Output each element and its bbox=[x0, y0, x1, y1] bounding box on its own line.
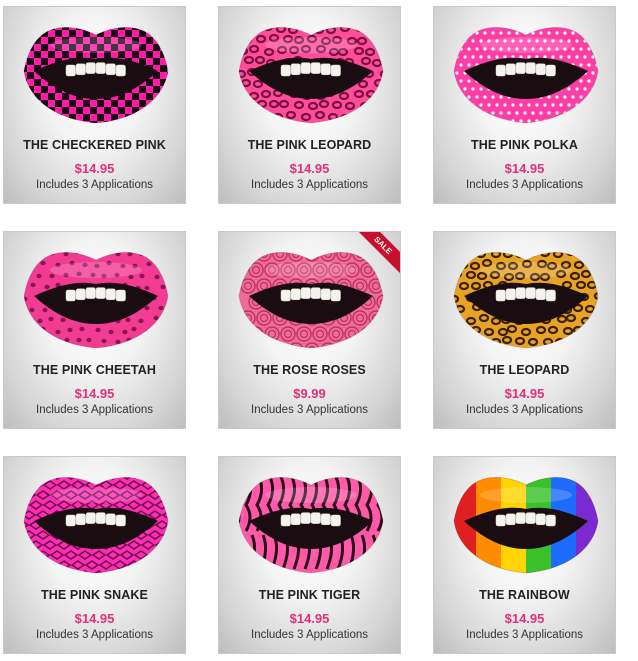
product-name[interactable]: THE CHECKERED PINK bbox=[4, 138, 185, 152]
lips-image[interactable] bbox=[219, 15, 401, 135]
product-name[interactable]: THE RAINBOW bbox=[434, 588, 615, 602]
product-price: $14.95 bbox=[504, 161, 545, 176]
product-card[interactable]: THE PINK CHEETAH $14.95 Includes 3 Appli… bbox=[3, 231, 186, 429]
lips-image[interactable] bbox=[4, 15, 186, 135]
lips-image[interactable] bbox=[434, 465, 616, 585]
product-grid: THE CHECKERED PINK $14.95 Includes 3 App… bbox=[0, 0, 638, 661]
product-name[interactable]: THE ROSE ROSES bbox=[219, 363, 400, 377]
product-note: Includes 3 Applications bbox=[251, 404, 368, 416]
lips-image[interactable] bbox=[219, 240, 401, 360]
product-name[interactable]: THE PINK TIGER bbox=[219, 588, 400, 602]
product-note: Includes 3 Applications bbox=[466, 629, 583, 641]
product-card[interactable]: THE RAINBOW $14.95 Includes 3 Applicatio… bbox=[433, 456, 616, 654]
product-price: $14.95 bbox=[289, 611, 330, 626]
product-price: $14.95 bbox=[74, 611, 115, 626]
product-card[interactable]: THE CHECKERED PINK $14.95 Includes 3 App… bbox=[3, 6, 186, 204]
product-name[interactable]: THE LEOPARD bbox=[434, 363, 615, 377]
product-name[interactable]: THE PINK CHEETAH bbox=[4, 363, 185, 377]
product-name[interactable]: THE PINK LEOPARD bbox=[219, 138, 400, 152]
lips-image[interactable] bbox=[4, 465, 186, 585]
product-card[interactable]: THE PINK POLKA $14.95 Includes 3 Applica… bbox=[433, 6, 616, 204]
product-note: Includes 3 Applications bbox=[36, 629, 153, 641]
product-card[interactable]: THE LEOPARD $14.95 Includes 3 Applicatio… bbox=[433, 231, 616, 429]
lips-image[interactable] bbox=[4, 240, 186, 360]
lips-image[interactable] bbox=[434, 15, 616, 135]
product-price: $14.95 bbox=[74, 386, 115, 401]
product-card[interactable]: THE PINK TIGER $14.95 Includes 3 Applica… bbox=[218, 456, 401, 654]
product-price: $14.95 bbox=[504, 386, 545, 401]
product-card[interactable]: THE PINK LEOPARD $14.95 Includes 3 Appli… bbox=[218, 6, 401, 204]
product-note: Includes 3 Applications bbox=[466, 404, 583, 416]
product-note: Includes 3 Applications bbox=[251, 629, 368, 641]
product-name[interactable]: THE PINK POLKA bbox=[434, 138, 615, 152]
product-note: Includes 3 Applications bbox=[36, 404, 153, 416]
product-note: Includes 3 Applications bbox=[36, 179, 153, 191]
product-name[interactable]: THE PINK SNAKE bbox=[4, 588, 185, 602]
product-price: $14.95 bbox=[74, 161, 115, 176]
lips-image[interactable] bbox=[434, 240, 616, 360]
product-price: $14.95 bbox=[289, 161, 330, 176]
product-card[interactable]: THE ROSE ROSES $9.99 Includes 3 Applicat… bbox=[218, 231, 401, 429]
product-card[interactable]: THE PINK SNAKE $14.95 Includes 3 Applica… bbox=[3, 456, 186, 654]
lips-image[interactable] bbox=[219, 465, 401, 585]
product-note: Includes 3 Applications bbox=[466, 179, 583, 191]
product-price: $9.99 bbox=[293, 386, 326, 401]
product-price: $14.95 bbox=[504, 611, 545, 626]
product-note: Includes 3 Applications bbox=[251, 179, 368, 191]
